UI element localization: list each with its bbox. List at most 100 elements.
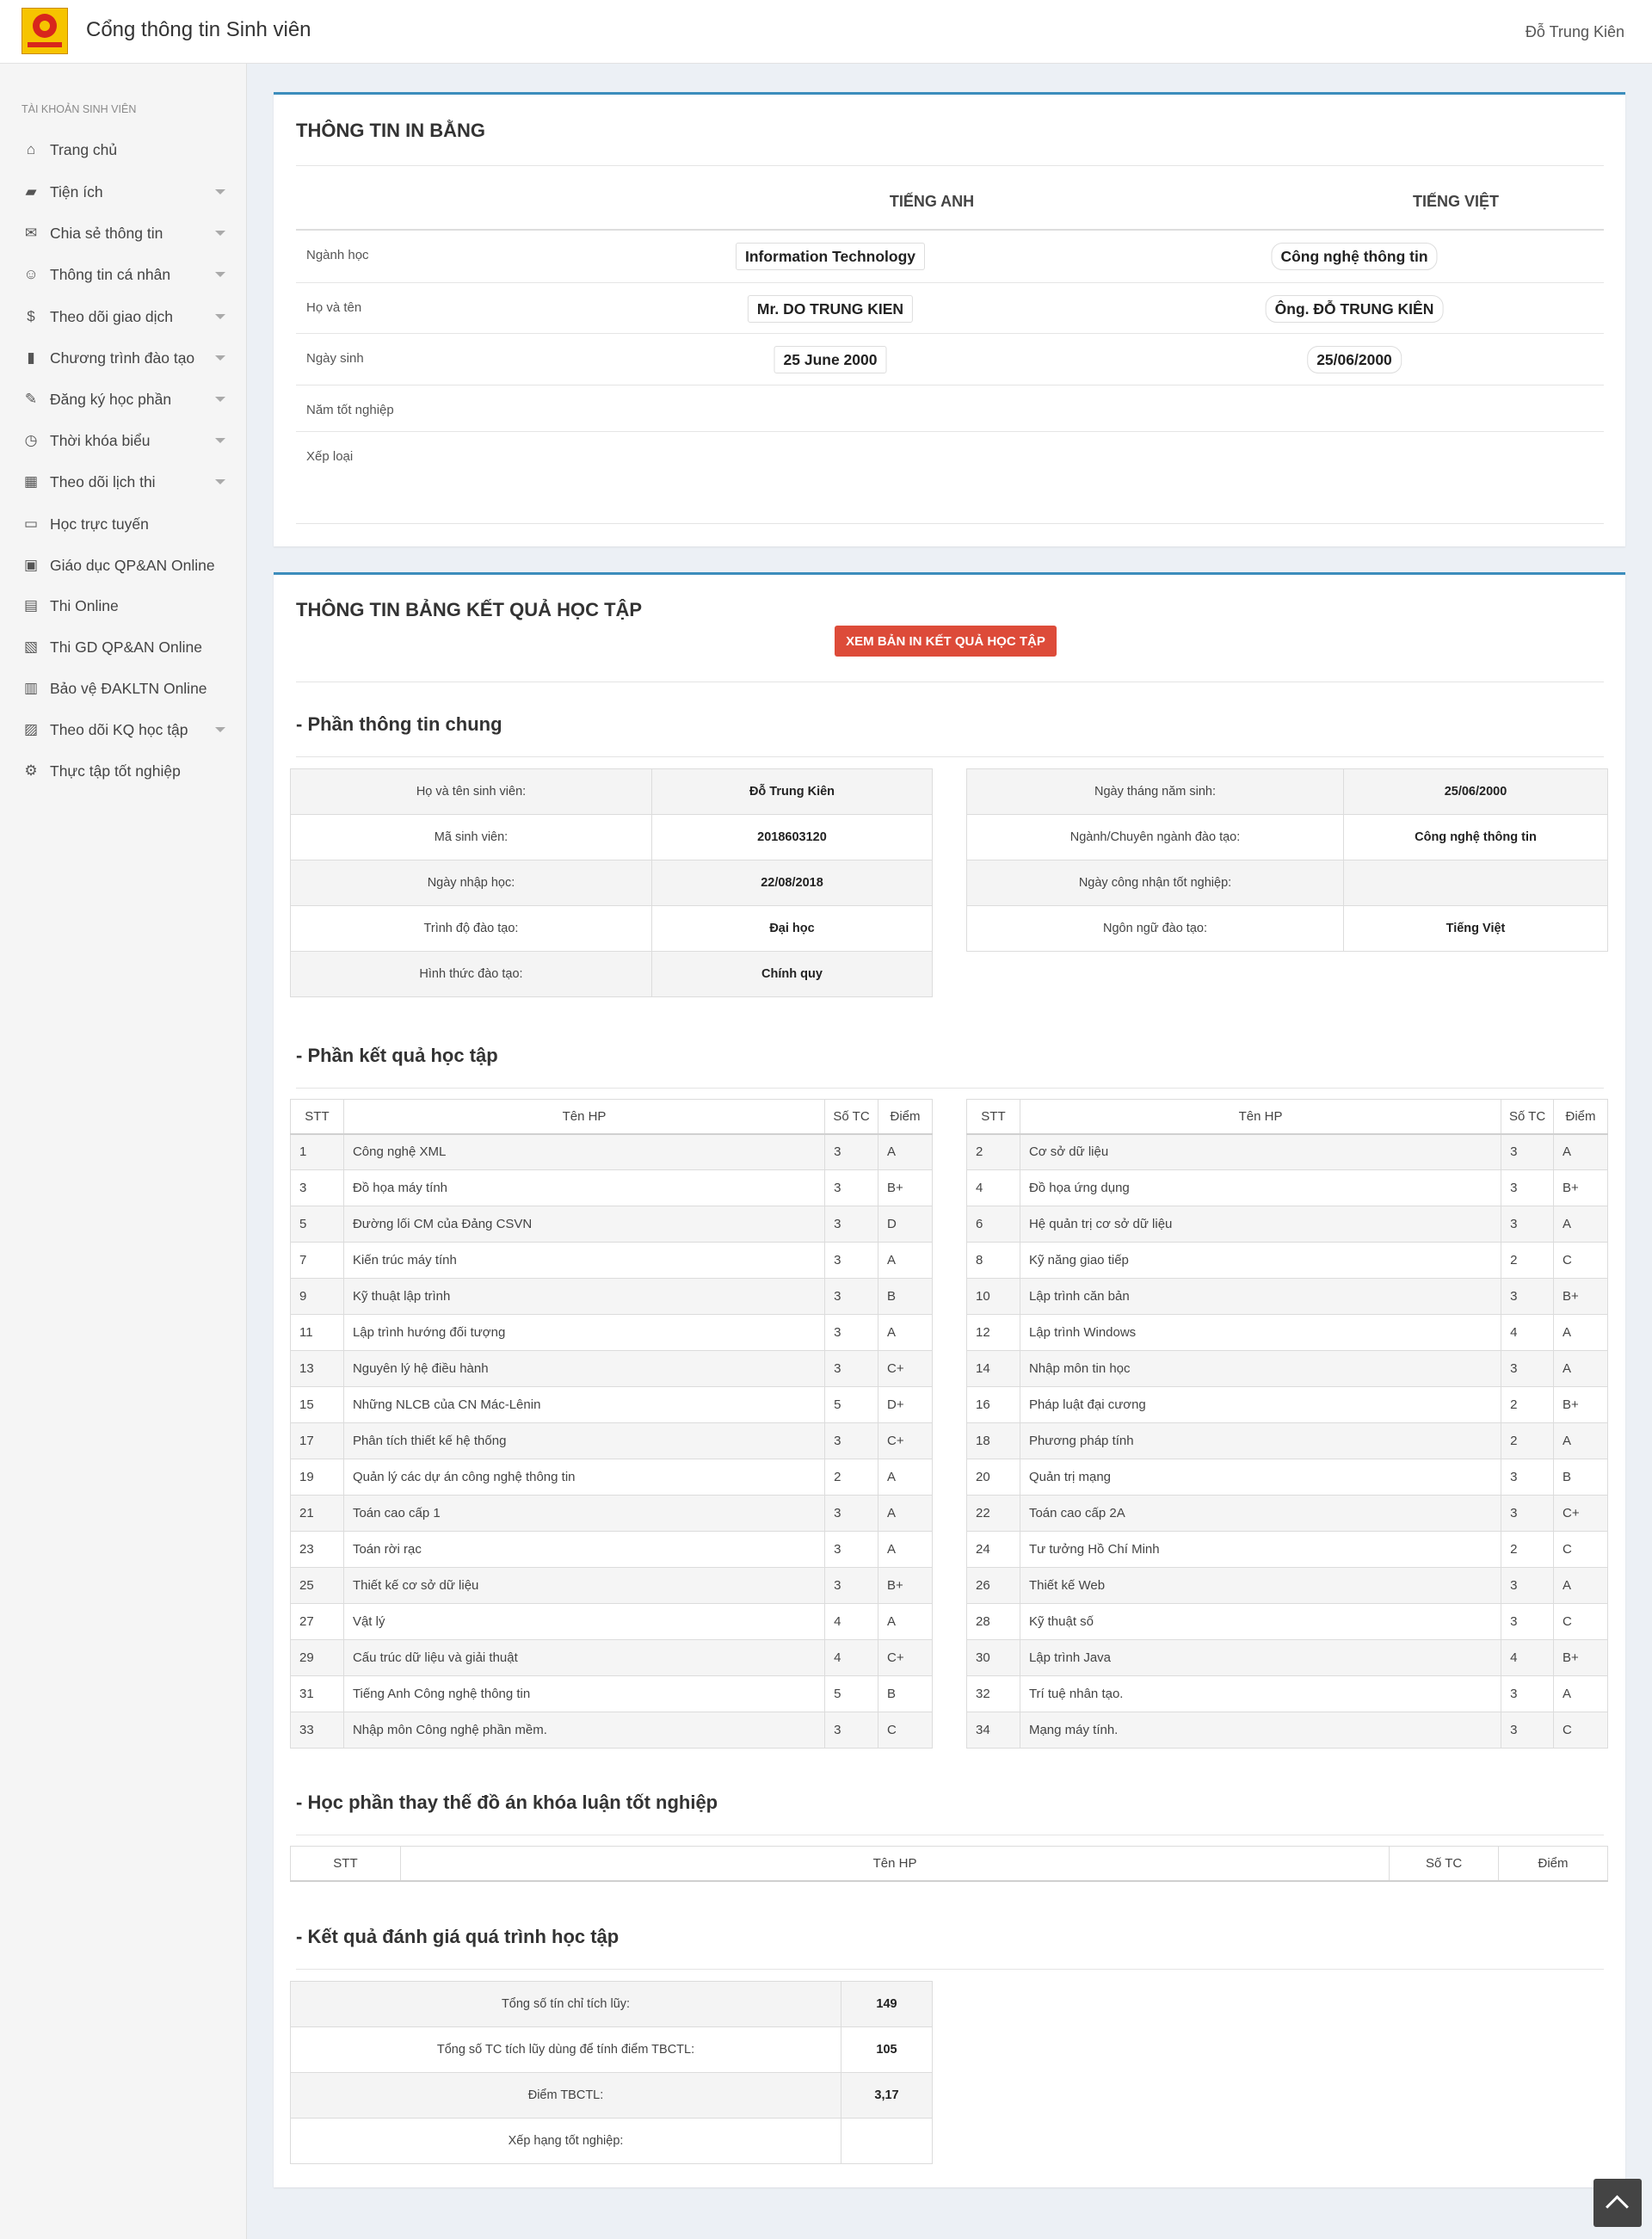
sidebar-item[interactable]: ▣ Giáo dục QP&AN Online: [0, 548, 247, 583]
results-title: THÔNG TIN BẢNG KẾT QUẢ HỌC TẬP: [296, 599, 643, 620]
table-cell: 3: [824, 1531, 879, 1568]
print-info-row: Họ và tên Mr. DO TRUNG KIEN Ông. ĐỖ TRUNG …: [296, 282, 1604, 334]
sidebar-item[interactable]: ☺ Thông tin cá nhân: [0, 257, 247, 292]
print-info-panel: THÔNG TIN IN BẰNG TIẾNG ANH TIẾNG VIỆT N…: [274, 92, 1625, 546]
info-row: Ngày công nhận tốt nghiệp:: [966, 860, 1608, 906]
user-menu[interactable]: Đỗ Trung Kiên: [1526, 23, 1624, 41]
table-cell: 2: [1501, 1242, 1555, 1279]
table-cell: Quản trị mạng: [1019, 1459, 1502, 1496]
table-cell: B+: [878, 1169, 933, 1206]
table-cell: Thiết kế cơ sở dữ liệu: [342, 1567, 826, 1604]
vietnamese-value: Ông. ĐỖ TRUNG KIÊN: [1265, 295, 1444, 323]
table-row: 25 Thiết kế cơ sở dữ liệu 3 B+: [290, 1567, 933, 1604]
table-cell: 3: [824, 1495, 879, 1532]
replacement-courses-table: STT Tên HP Số TC Điểm: [290, 1846, 1608, 1882]
sidebar-item-label: Thông tin cá nhân: [50, 266, 171, 283]
info-label: Ngày tháng năm sinh:: [966, 768, 1344, 815]
table-cell: 3: [824, 1422, 879, 1459]
table-cell: Phân tích thiết kế hệ thống: [342, 1422, 826, 1459]
table-cell: B+: [878, 1567, 933, 1604]
column-header[interactable]: Điểm: [878, 1099, 933, 1135]
sidebar-item[interactable]: ◷ Thời khóa biểu: [0, 423, 247, 458]
sidebar-item-label: Thi GD QP&AN Online: [50, 638, 202, 656]
caret-down-icon: [215, 272, 225, 277]
table-cell: 24: [966, 1531, 1020, 1568]
sidebar-item[interactable]: ▰ Tiện ích: [0, 175, 247, 209]
table-cell: 5: [290, 1206, 344, 1243]
table-cell: 29: [290, 1639, 344, 1676]
english-value: 25 June 2000: [774, 346, 887, 373]
info-value: 149: [841, 1981, 933, 2027]
view-print-results-button[interactable]: XEM BẢN IN KẾT QUẢ HỌC TẬP: [835, 626, 1057, 657]
table-cell: Đường lối CM của Đảng CSVN: [342, 1206, 826, 1243]
scroll-to-top-button[interactable]: [1593, 2179, 1642, 2227]
sidebar-item[interactable]: ▮ Chương trình đào tạo: [0, 341, 247, 375]
table-cell: 4: [824, 1603, 879, 1640]
sidebar-item[interactable]: ⌂ Trang chủ: [0, 133, 247, 167]
sidebar-item-label: Học trực tuyến: [50, 515, 149, 533]
document-icon: ▤: [23, 597, 39, 614]
print-info-title: THÔNG TIN IN BẰNG: [296, 120, 485, 141]
column-header[interactable]: Số TC: [1501, 1099, 1555, 1135]
column-header[interactable]: Điểm: [1553, 1099, 1608, 1135]
table-cell: Nhập môn Công nghệ phần mềm.: [342, 1712, 826, 1749]
table-header-row: STT Tên HP Số TC Điểm: [966, 1099, 1608, 1135]
info-value: 22/08/2018: [651, 860, 933, 906]
column-header[interactable]: Tên HP: [399, 1846, 1390, 1882]
caret-down-icon: [215, 314, 225, 319]
table-cell: 3: [824, 1206, 879, 1243]
table-cell: A: [878, 1314, 933, 1351]
sidebar-item[interactable]: ▤ Thi Online: [0, 589, 247, 623]
table-cell: 3: [824, 1567, 879, 1604]
sidebar-item[interactable]: ▧ Thi GD QP&AN Online: [0, 630, 247, 664]
sidebar-item[interactable]: ▭ Học trực tuyến: [0, 507, 247, 541]
table-row: 11 Lập trình hướng đối tượng 3 A: [290, 1314, 933, 1351]
column-header[interactable]: Tên HP: [1019, 1099, 1502, 1135]
info-value: 25/06/2000: [1343, 768, 1608, 815]
column-header[interactable]: STT: [966, 1099, 1020, 1135]
table-cell: A: [878, 1603, 933, 1640]
table-row: 33 Nhập môn Công nghệ phần mềm. 3 C: [290, 1712, 933, 1749]
sidebar-item[interactable]: $ Theo dõi giao dịch: [0, 299, 247, 334]
column-header[interactable]: Số TC: [1389, 1846, 1500, 1882]
table-cell: Trí tuệ nhân tạo.: [1019, 1675, 1502, 1712]
sidebar-item[interactable]: ✉ Chia sẻ thông tin: [0, 216, 247, 250]
column-header[interactable]: STT: [290, 1846, 401, 1882]
table-cell: 3: [824, 1314, 879, 1351]
table-cell: B+: [1553, 1639, 1608, 1676]
table-cell: 16: [966, 1386, 1020, 1423]
info-row: Tổng số TC tích lũy dùng để tính điểm TB…: [290, 2026, 933, 2073]
table-cell: C: [1553, 1242, 1608, 1279]
table-cell: D: [878, 1206, 933, 1243]
table-cell: Lập trình hướng đối tượng: [342, 1314, 826, 1351]
table-cell: 12: [966, 1314, 1020, 1351]
app-title[interactable]: Cổng thông tin Sinh viên: [86, 18, 311, 42]
sidebar-item[interactable]: ⚙ Thực tập tốt nghiệp: [0, 754, 247, 788]
table-cell: 28: [966, 1603, 1020, 1640]
laptop-icon: ▭: [23, 515, 39, 532]
table-cell: 4: [1501, 1639, 1555, 1676]
table-cell: B+: [1553, 1386, 1608, 1423]
column-header[interactable]: Điểm: [1498, 1846, 1608, 1882]
column-header[interactable]: Số TC: [824, 1099, 879, 1135]
table-cell: Lập trình Windows: [1019, 1314, 1502, 1351]
table-cell: C: [1553, 1712, 1608, 1749]
sidebar-item[interactable]: ▥ Bảo vệ ĐAKLTN Online: [0, 671, 247, 706]
sidebar-item[interactable]: ▨ Theo dõi KQ học tập: [0, 712, 247, 747]
table-cell: Mạng máy tính.: [1019, 1712, 1502, 1749]
sidebar-item[interactable]: ✎ Đăng ký học phần: [0, 382, 247, 416]
table-row: 18 Phương pháp tính 2 A: [966, 1422, 1608, 1459]
print-info-label: Xếp loại: [306, 449, 354, 464]
table-cell: 13: [290, 1350, 344, 1387]
university-logo[interactable]: [22, 8, 68, 54]
table-row: 22 Toán cao cấp 2A 3 C+: [966, 1495, 1608, 1532]
table-cell: 7: [290, 1242, 344, 1279]
table-cell: 14: [966, 1350, 1020, 1387]
sidebar-item[interactable]: ▦ Theo dõi lịch thi: [0, 465, 247, 499]
column-header[interactable]: Tên HP: [342, 1099, 826, 1135]
table-cell: 4: [824, 1639, 879, 1676]
caret-down-icon: [215, 231, 225, 236]
column-header[interactable]: STT: [290, 1099, 344, 1135]
table-cell: C+: [1553, 1495, 1608, 1532]
print-info-row: Năm tốt nghiệp: [296, 385, 1604, 432]
